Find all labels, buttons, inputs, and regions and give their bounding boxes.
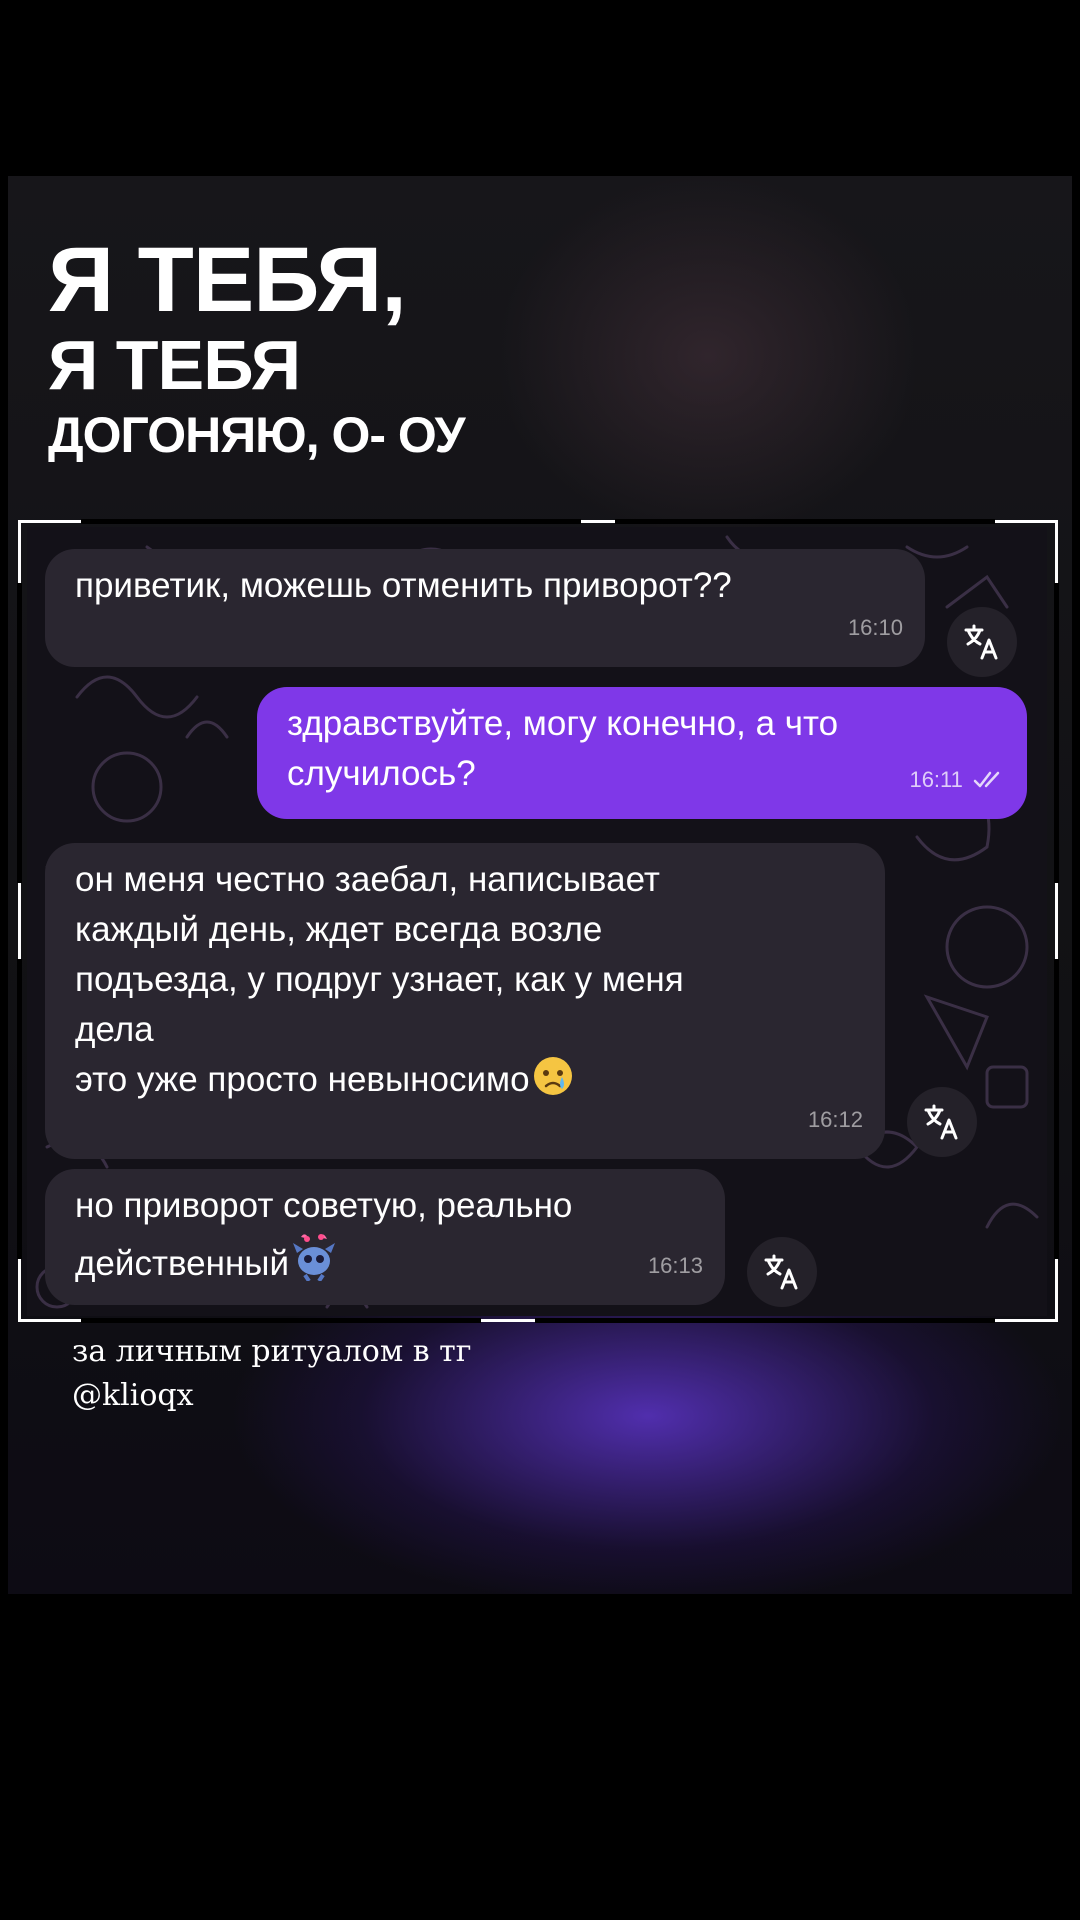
caption-handle[interactable]: @klioqx xyxy=(72,1374,194,1418)
translate-icon xyxy=(964,624,998,660)
message-incoming[interactable]: он меня честно заебал, написывает каждый… xyxy=(45,843,885,1159)
message-text: здравствуйте, могу конечно, а что случил… xyxy=(287,704,839,793)
translate-button[interactable] xyxy=(907,1087,977,1157)
message-time: 16:10 xyxy=(847,615,903,640)
headline-line-3: ДОГОНЯЮ, О- ОУ xyxy=(48,407,466,463)
message-time: 16:12 xyxy=(807,1107,863,1132)
message-outgoing[interactable]: здравствуйте, могу конечно, а что случил… xyxy=(257,687,1027,819)
story-screen: Я ТЕБЯ, Я ТЕБЯ ДОГОНЯЮ, О- ОУ приветик, … xyxy=(0,0,1080,1920)
message-time: 16:13 xyxy=(647,1253,703,1278)
message-incoming[interactable]: приветик, можешь отменить приворот?? 16:… xyxy=(45,549,925,667)
stitch-sticker-emoji xyxy=(291,1231,337,1295)
headline-line-1: Я ТЕБЯ, xyxy=(48,229,407,331)
translate-button[interactable] xyxy=(747,1237,817,1307)
message-text-body: он меня честно заебал, написывает каждый… xyxy=(75,860,684,1099)
translate-button[interactable] xyxy=(947,607,1017,677)
message-text: он меня честно заебал, написывает каждый… xyxy=(75,855,857,1111)
message-time: 16:11 xyxy=(909,767,963,792)
message-text: но приворот советую, реально действенный xyxy=(75,1181,697,1295)
double-check-icon xyxy=(973,771,1000,788)
message-time-wrap: 16:11 xyxy=(909,755,1005,805)
headline: Я ТЕБЯ, Я ТЕБЯ ДОГОНЯЮ, О- ОУ xyxy=(48,229,466,466)
crying-face-emoji xyxy=(532,1055,574,1111)
message-incoming[interactable]: но приворот советую, реально действенный… xyxy=(45,1169,725,1305)
caption-line-1: за личным ритуалом в тг xyxy=(72,1334,472,1369)
headline-line-2: Я ТЕБЯ xyxy=(48,326,301,404)
translate-icon xyxy=(764,1254,798,1290)
translate-icon xyxy=(924,1104,958,1140)
message-text: приветик, можешь отменить приворот?? xyxy=(75,566,732,605)
chat-screenshot: приветик, можешь отменить приворот?? 16:… xyxy=(27,527,1047,1316)
